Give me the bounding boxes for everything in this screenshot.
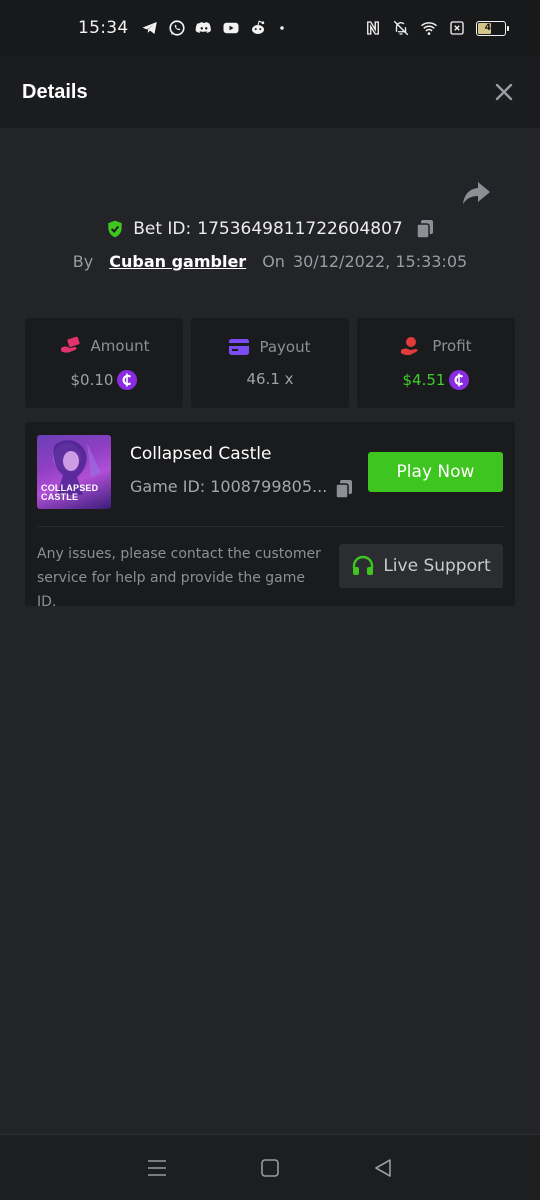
play-now-button[interactable]: Play Now (368, 452, 503, 492)
youtube-icon (223, 22, 238, 34)
bet-id-label: Bet ID: (133, 219, 192, 239)
notification-icons (141, 19, 288, 37)
money-hand-icon (60, 336, 80, 353)
game-thumbnail[interactable]: COLLAPSED CASTLE (37, 435, 111, 509)
back-triangle-icon (375, 1158, 392, 1177)
system-icons: 46 (364, 19, 509, 37)
thumbnail-title: COLLAPSED CASTLE (41, 483, 99, 502)
copy-game-id-icon[interactable] (334, 478, 354, 500)
profit-value: $4.51 (402, 371, 446, 389)
copy-bet-id-icon[interactable] (415, 218, 435, 240)
divider (37, 526, 503, 527)
support-message: Any issues, please contact the customer … (37, 546, 321, 610)
home-button[interactable] (250, 1148, 290, 1188)
payout-label: Payout (259, 338, 311, 356)
status-time: 15:34 (78, 18, 129, 38)
dot-icon (279, 26, 284, 30)
bet-meta-row: By Cuban gambler On 30/12/2022, 15:33:05 (0, 246, 540, 276)
game-card: COLLAPSED CASTLE Collapsed Castle Game I… (25, 422, 515, 610)
stat-profit: Profit $4.51 (357, 318, 515, 408)
discord-icon (195, 22, 211, 33)
close-button[interactable] (490, 78, 518, 106)
profit-hand-icon (401, 337, 418, 356)
wifi-icon (421, 22, 437, 35)
battery-icon: 46 (476, 20, 509, 36)
game-id: Game ID: 1008799805... (130, 477, 328, 496)
amount-label: Amount (90, 337, 150, 355)
details-header: Details (0, 56, 540, 128)
reddit-icon (251, 20, 264, 34)
stat-payout: Payout 46.1 x (191, 318, 349, 408)
on-label: On (262, 251, 285, 271)
bet-id-row: Bet ID: 1753649811722604807 (0, 214, 540, 244)
live-support-button[interactable]: Live Support (339, 544, 503, 588)
bet-id-value: 1753649811722604807 (197, 219, 403, 239)
recent-apps-button[interactable] (137, 1148, 177, 1188)
back-button[interactable] (363, 1148, 403, 1188)
by-label: By (72, 251, 94, 271)
coin-icon (117, 370, 138, 390)
whatsapp-icon (168, 20, 185, 36)
share-icon (463, 182, 490, 204)
game-name: Collapsed Castle (130, 444, 272, 464)
share-button[interactable] (460, 178, 494, 208)
username-link[interactable]: Cuban gambler (109, 252, 246, 271)
status-bar: 15:34 46 (0, 0, 540, 56)
bet-date: 30/12/2022, 15:33:05 (292, 251, 468, 271)
system-nav-bar (0, 1134, 540, 1200)
page-title: Details (22, 80, 88, 103)
payout-value: 46.1 x (246, 370, 294, 388)
close-icon (495, 83, 513, 101)
card-icon (229, 339, 250, 355)
mute-icon (393, 20, 409, 36)
headset-icon (353, 555, 374, 575)
sim-off-icon (450, 21, 464, 35)
telegram-icon (142, 22, 157, 34)
stat-amount: Amount $0.10 (25, 318, 183, 408)
battery-level: 46 (484, 23, 498, 33)
amount-value: $0.10 (70, 371, 114, 389)
bet-stats: Amount $0.10 Payout 46.1 x Profit $4.51 (25, 318, 515, 408)
shield-check-icon (108, 220, 122, 238)
live-support-label: Live Support (383, 556, 491, 576)
coin-icon (449, 370, 470, 390)
home-square-icon (261, 1158, 279, 1177)
menu-icon (147, 1159, 166, 1176)
profit-label: Profit (432, 337, 472, 355)
nfc-icon (367, 21, 379, 35)
